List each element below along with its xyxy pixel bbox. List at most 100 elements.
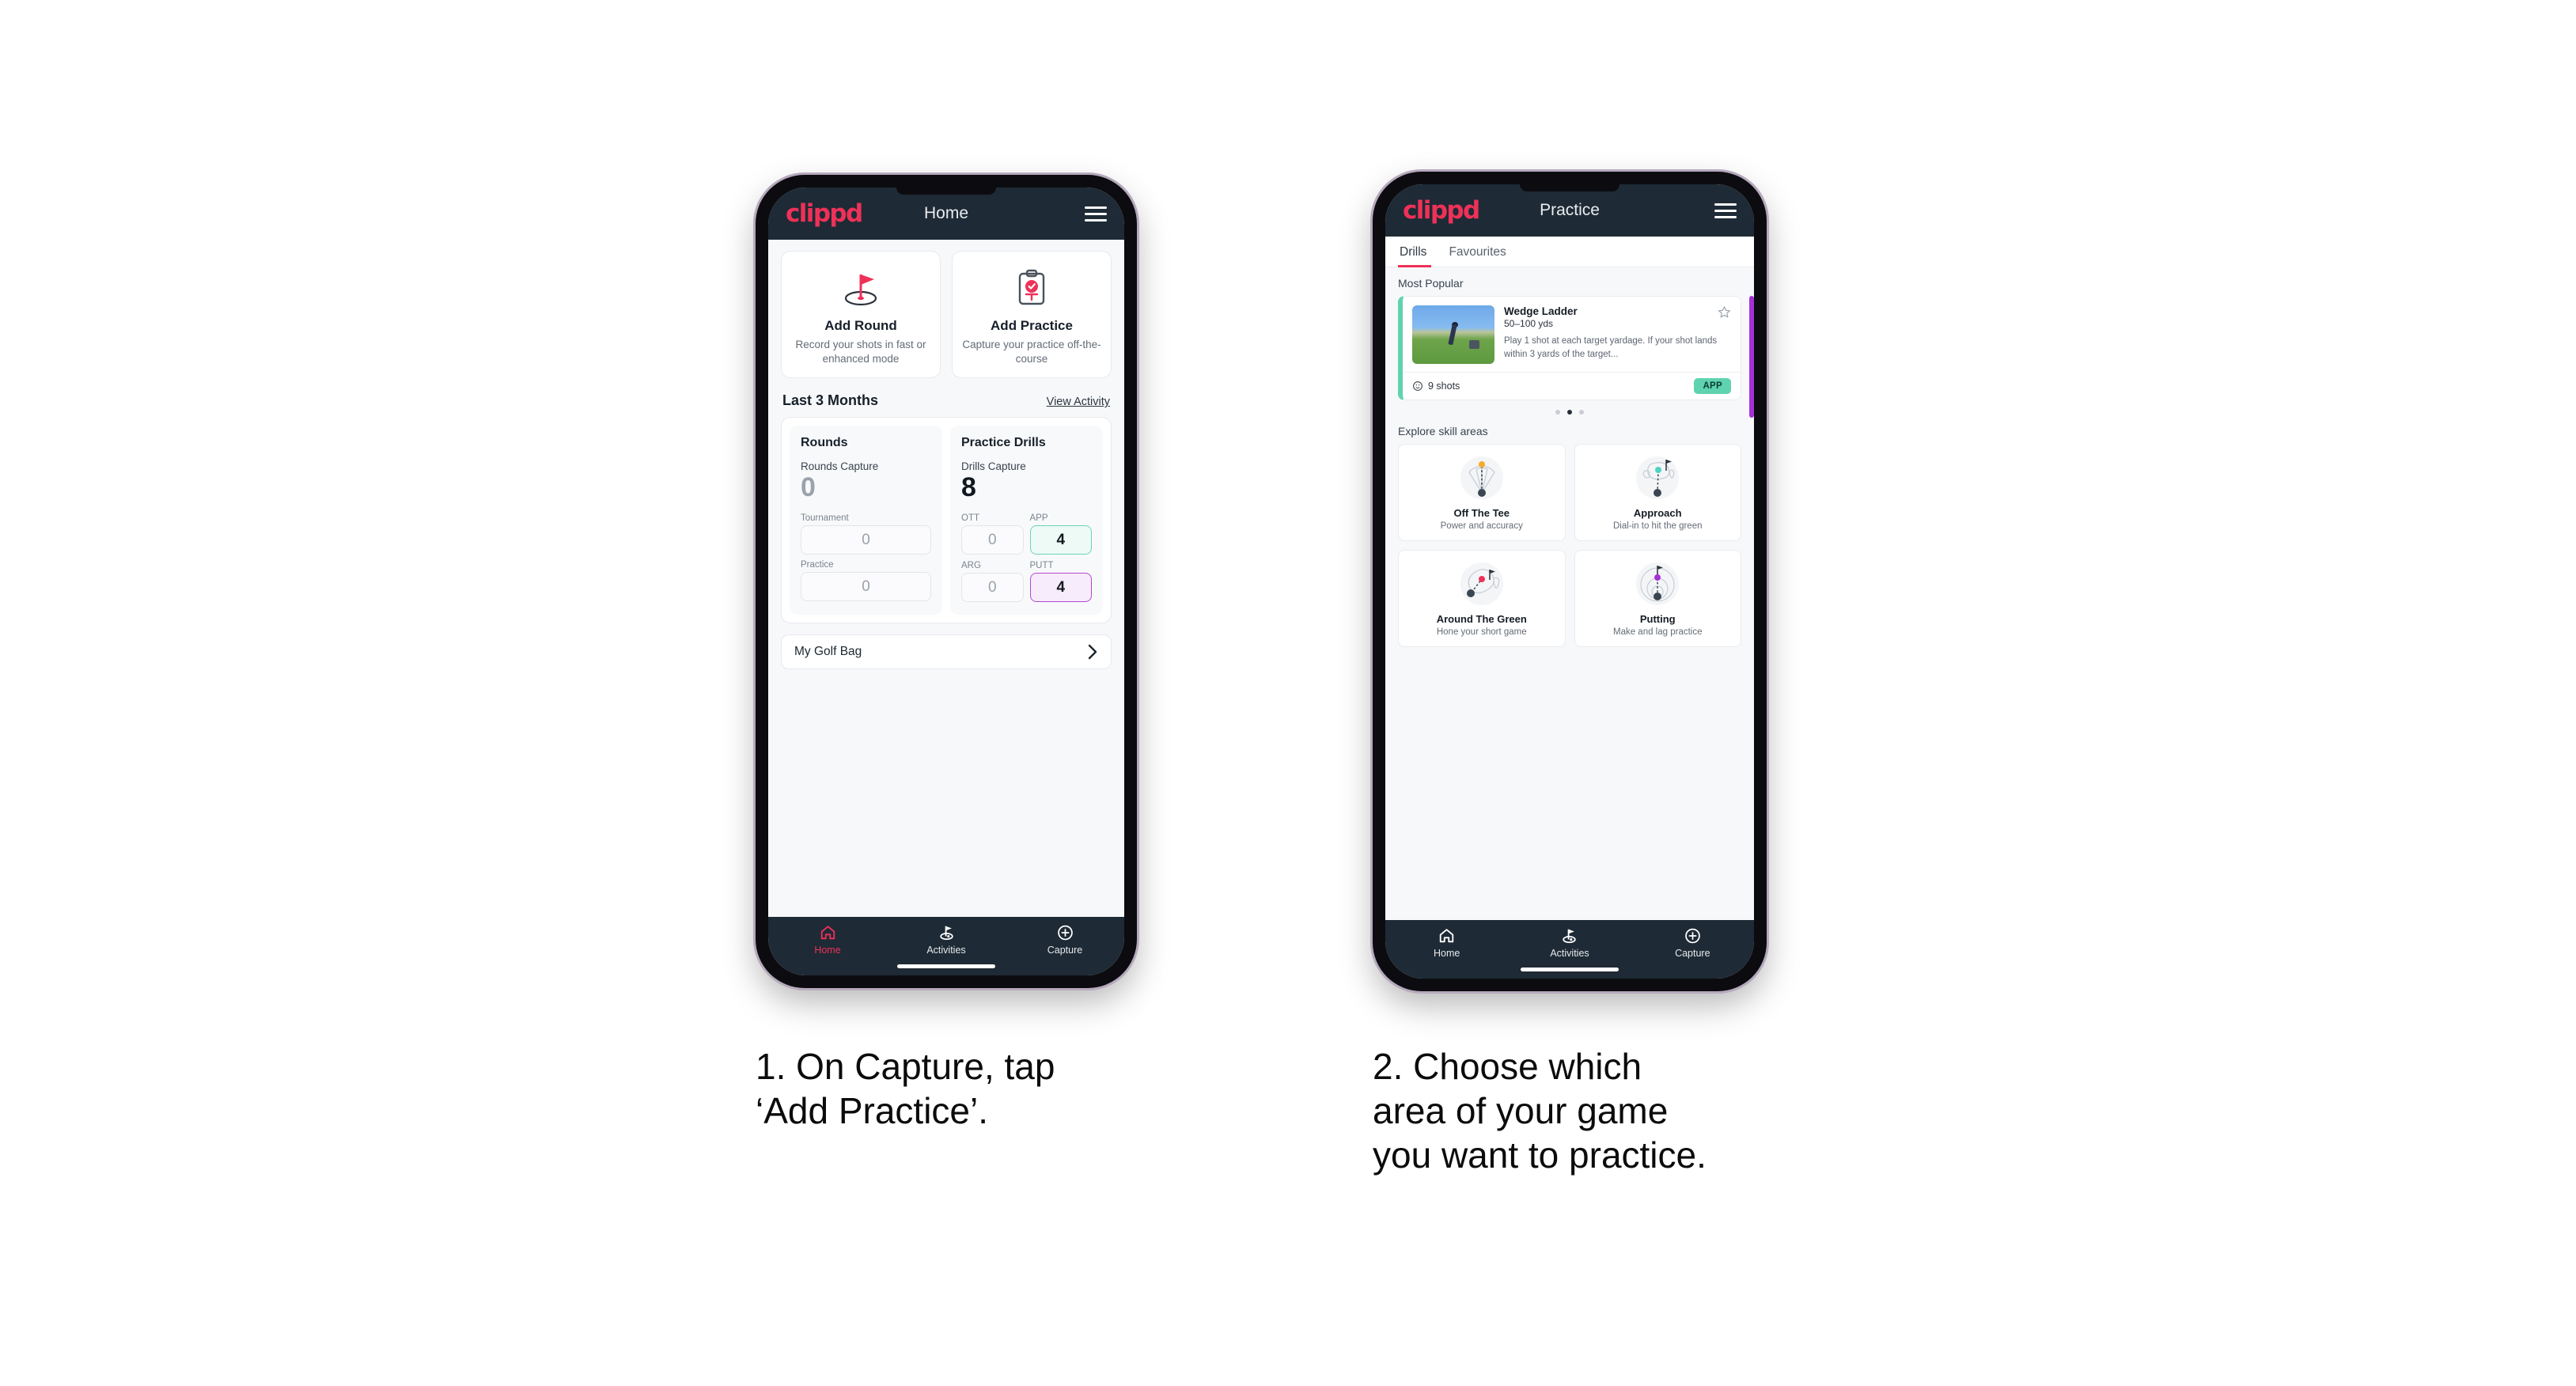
add-practice-card[interactable]: Add Practice Capture your practice off-t… xyxy=(952,251,1112,379)
my-golf-bag-label: My Golf Bag xyxy=(794,645,862,659)
phone2-notch xyxy=(1520,184,1619,191)
nav-home[interactable]: Home xyxy=(768,924,887,956)
drill-card-footer: 9 shots APP xyxy=(1403,372,1741,400)
phone2-app-header: clippd Practice xyxy=(1385,184,1754,237)
practice-drills-column: Practice Drills Drills Capture 8 OTT 0 A… xyxy=(950,426,1103,615)
explore-skill-areas-label: Explore skill areas xyxy=(1398,425,1488,437)
drill-card-wedge-ladder[interactable]: Wedge Ladder 50–100 yds Play 1 shot at e… xyxy=(1398,296,1741,400)
view-activity-link[interactable]: View Activity xyxy=(1047,396,1110,408)
drill-shots-label: 9 shots xyxy=(1428,381,1460,392)
carousel-dot-active[interactable] xyxy=(1567,410,1572,415)
phone2-bottom-nav: Home Activities Capture xyxy=(1385,920,1754,979)
putting-rings-icon xyxy=(1582,559,1735,609)
phone2-content: Most Popular Wedge Ladder 50–100 yds Pla… xyxy=(1385,267,1754,920)
nav-capture[interactable]: Capture xyxy=(1006,924,1124,956)
drill-title: Wedge Ladder xyxy=(1504,305,1578,317)
skill-subtitle: Hone your short game xyxy=(1436,627,1527,637)
skill-card-approach[interactable]: Approach Dial-in to hit the green xyxy=(1574,444,1741,541)
plus-circle-icon xyxy=(1057,925,1073,941)
drill-description: Play 1 shot at each target yardage. If y… xyxy=(1504,336,1718,359)
home-icon xyxy=(820,926,835,940)
nav-activities-label: Activities xyxy=(926,945,966,956)
add-practice-subtitle: Capture your practice off-the-course xyxy=(962,339,1101,365)
nav-home[interactable]: Home xyxy=(1385,927,1508,959)
phone1-bottom-nav: Home Activities Capture xyxy=(768,917,1124,975)
phone1-notch xyxy=(896,187,996,195)
skill-name: Approach xyxy=(1633,507,1682,519)
add-practice-title: Add Practice xyxy=(991,318,1073,333)
caption-step-2: 2. Choose which area of your game you wa… xyxy=(1373,1046,1707,1176)
golf-flag-icon xyxy=(939,926,953,941)
putt-value[interactable]: 4 xyxy=(1029,573,1092,603)
add-round-title: Add Round xyxy=(824,318,897,333)
rounds-column: Rounds Rounds Capture 0 Tournament 0 Pra… xyxy=(790,426,942,615)
plus-circle-icon xyxy=(1685,928,1700,944)
drill-cell-arg: ARG 0 xyxy=(961,561,1024,603)
clippd-logo[interactable]: clippd xyxy=(1403,196,1480,225)
phone1-app-header: clippd Home xyxy=(768,187,1124,240)
drill-thumbnail-image xyxy=(1412,305,1494,364)
carousel-dots xyxy=(1398,400,1741,418)
hamburger-icon[interactable] xyxy=(1085,206,1107,222)
carousel-dot[interactable] xyxy=(1579,410,1584,415)
tab-drills[interactable]: Drills xyxy=(1398,237,1438,267)
practice-label: Practice xyxy=(801,560,834,570)
chevron-right-icon xyxy=(1088,644,1097,660)
caption-step-1: 1. On Capture, tap ‘Add Practice’. xyxy=(756,1046,1055,1132)
clipboard-check-tee-icon xyxy=(960,266,1103,310)
phone1-screen: clippd Home Add Round Record your shots … xyxy=(768,187,1124,975)
add-round-subtitle: Record your shots in fast or enhanced mo… xyxy=(795,339,926,365)
home-indicator xyxy=(1521,968,1619,971)
add-round-card[interactable]: Add Round Record your shots in fast or e… xyxy=(781,251,941,379)
phone1-content: Add Round Record your shots in fast or e… xyxy=(768,240,1124,917)
arg-label: ARG xyxy=(961,561,981,571)
rounds-row-tournament: Tournament 0 xyxy=(801,513,931,555)
nav-home-label: Home xyxy=(814,945,841,956)
skill-name: Off The Tee xyxy=(1453,507,1510,519)
clippd-logo[interactable]: clippd xyxy=(786,199,863,228)
quick-actions-row: Add Round Record your shots in fast or e… xyxy=(781,251,1112,379)
app-value[interactable]: 4 xyxy=(1029,525,1092,555)
last-3-months-header: Last 3 Months View Activity xyxy=(781,378,1112,417)
drill-card-body: Wedge Ladder 50–100 yds Play 1 shot at e… xyxy=(1403,297,1741,372)
carousel-dot[interactable] xyxy=(1555,410,1560,415)
skill-subtitle: Power and accuracy xyxy=(1440,521,1523,531)
phone2-screen: clippd Practice Drills Favourites Most P… xyxy=(1385,184,1754,979)
practice-value[interactable]: 0 xyxy=(801,572,931,602)
ott-value[interactable]: 0 xyxy=(961,525,1024,555)
rounds-heading: Rounds xyxy=(801,436,848,450)
drill-carousel[interactable]: Wedge Ladder 50–100 yds Play 1 shot at e… xyxy=(1398,296,1754,418)
star-outline-icon[interactable] xyxy=(1718,305,1731,323)
rounds-capture-value: 0 xyxy=(801,472,816,503)
putt-label: PUTT xyxy=(1029,561,1054,571)
my-golf-bag-row[interactable]: My Golf Bag xyxy=(781,634,1112,670)
golf-flag-icon xyxy=(1563,929,1577,944)
nav-activities[interactable]: Activities xyxy=(1508,927,1631,959)
skill-card-off-the-tee[interactable]: Off The Tee Power and accuracy xyxy=(1398,444,1566,541)
home-icon xyxy=(1439,929,1454,943)
hamburger-icon[interactable] xyxy=(1714,203,1737,218)
drill-shots: 9 shots xyxy=(1412,381,1460,392)
nav-capture[interactable]: Capture xyxy=(1631,927,1754,959)
nav-activities[interactable]: Activities xyxy=(887,924,1006,956)
clock-icon xyxy=(1413,381,1422,391)
nav-capture-label: Capture xyxy=(1047,945,1083,956)
skill-name: Putting xyxy=(1639,613,1676,625)
approach-green-icon xyxy=(1582,453,1735,503)
carousel-next-card-peek[interactable] xyxy=(1749,296,1754,418)
drill-yardage: 50–100 yds xyxy=(1504,318,1554,329)
off-the-tee-fan-icon xyxy=(1405,453,1559,503)
drill-cell-app: APP 4 xyxy=(1029,513,1092,555)
tab-favourites[interactable]: Favourites xyxy=(1438,237,1517,267)
tournament-value[interactable]: 0 xyxy=(801,525,931,555)
rounds-capture-label: Rounds Capture xyxy=(801,460,879,473)
drill-text-block: Wedge Ladder 50–100 yds Play 1 shot at e… xyxy=(1504,305,1731,364)
arg-value[interactable]: 0 xyxy=(961,573,1024,603)
golf-flag-hole-icon xyxy=(790,266,932,310)
practice-tabs: Drills Favourites xyxy=(1385,237,1754,267)
stats-card: Rounds Rounds Capture 0 Tournament 0 Pra… xyxy=(781,417,1112,624)
nav-capture-label: Capture xyxy=(1675,948,1710,959)
tournament-label: Tournament xyxy=(801,513,849,524)
skill-card-putting[interactable]: Putting Make and lag practice xyxy=(1574,550,1741,647)
skill-card-around-the-green[interactable]: Around The Green Hone your short game xyxy=(1398,550,1566,647)
